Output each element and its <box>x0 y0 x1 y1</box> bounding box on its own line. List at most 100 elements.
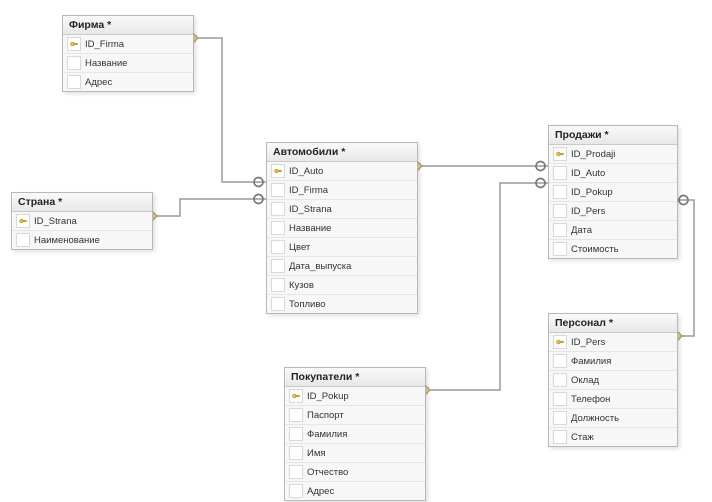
entity-title: Покупатели * <box>285 368 425 387</box>
field-row: ID_Pers <box>549 333 677 352</box>
entity-title: Автомобили * <box>267 143 417 162</box>
field-label: Адрес <box>307 486 334 497</box>
field-row: Фамилия <box>549 352 677 371</box>
blank-icon <box>553 204 567 218</box>
blank-icon <box>271 297 285 311</box>
field-row: Должность <box>549 409 677 428</box>
blank-icon <box>67 75 81 89</box>
field-label: Должность <box>571 413 619 424</box>
key-icon <box>16 214 30 228</box>
field-row: Дата_выпуска <box>267 257 417 276</box>
entity-title: Страна * <box>12 193 152 212</box>
blank-icon <box>271 259 285 273</box>
field-label: Цвет <box>289 242 310 253</box>
field-row: Стаж <box>549 428 677 446</box>
blank-icon <box>553 392 567 406</box>
entity-title: Фирма * <box>63 16 193 35</box>
field-row: Отчество <box>285 463 425 482</box>
field-row: Адрес <box>285 482 425 500</box>
key-icon <box>553 335 567 349</box>
field-label: Паспорт <box>307 410 344 421</box>
entity-avtomobili[interactable]: Автомобили * ID_Auto ID_Firma ID_Strana … <box>266 142 418 314</box>
field-label: Отчество <box>307 467 348 478</box>
blank-icon <box>271 202 285 216</box>
field-label: Стоимость <box>571 244 619 255</box>
key-icon <box>553 147 567 161</box>
field-row: Название <box>63 54 193 73</box>
field-row: Оклад <box>549 371 677 390</box>
blank-icon <box>553 354 567 368</box>
field-row: ID_Auto <box>549 164 677 183</box>
blank-icon <box>553 373 567 387</box>
blank-icon <box>553 430 567 444</box>
blank-icon <box>67 56 81 70</box>
field-row: ID_Prodaji <box>549 145 677 164</box>
field-row: ID_Auto <box>267 162 417 181</box>
erd-canvas: Фирма * ID_Firma Название Адрес Страна *… <box>0 0 712 502</box>
blank-icon <box>553 223 567 237</box>
field-row: Телефон <box>549 390 677 409</box>
field-label: Название <box>85 58 127 69</box>
field-label: ID_Prodaji <box>571 149 615 160</box>
field-row: ID_Pers <box>549 202 677 221</box>
entity-strana[interactable]: Страна * ID_Strana Наименование <box>11 192 153 250</box>
entity-firma[interactable]: Фирма * ID_Firma Название Адрес <box>62 15 194 92</box>
field-label: Наименование <box>34 235 100 246</box>
field-label: Кузов <box>289 280 314 291</box>
blank-icon <box>553 185 567 199</box>
field-label: Фамилия <box>571 356 611 367</box>
entity-pokupateli[interactable]: Покупатели * ID_Pokup Паспорт Фамилия Им… <box>284 367 426 501</box>
blank-icon <box>289 484 303 498</box>
key-icon <box>289 389 303 403</box>
field-label: ID_Auto <box>289 166 323 177</box>
field-row: Наименование <box>12 231 152 249</box>
field-label: Дата_выпуска <box>289 261 351 272</box>
entity-title: Персонал * <box>549 314 677 333</box>
blank-icon <box>271 221 285 235</box>
field-label: ID_Pers <box>571 206 605 217</box>
field-label: Оклад <box>571 375 599 386</box>
blank-icon <box>553 411 567 425</box>
field-row: Адрес <box>63 73 193 91</box>
field-label: ID_Firma <box>85 39 124 50</box>
key-icon <box>271 164 285 178</box>
blank-icon <box>289 408 303 422</box>
field-label: Стаж <box>571 432 594 443</box>
field-label: Телефон <box>571 394 610 405</box>
blank-icon <box>553 242 567 256</box>
blank-icon <box>289 465 303 479</box>
field-label: Фамилия <box>307 429 347 440</box>
field-row: ID_Strana <box>12 212 152 231</box>
blank-icon <box>16 233 30 247</box>
field-label: Адрес <box>85 77 112 88</box>
field-row: Фамилия <box>285 425 425 444</box>
field-row: Цвет <box>267 238 417 257</box>
field-label: ID_Pokup <box>307 391 349 402</box>
field-row: ID_Pokup <box>549 183 677 202</box>
field-label: Дата <box>571 225 592 236</box>
field-label: Название <box>289 223 331 234</box>
field-label: ID_Firma <box>289 185 328 196</box>
field-label: ID_Strana <box>289 204 332 215</box>
field-row: Кузов <box>267 276 417 295</box>
field-row: Топливо <box>267 295 417 313</box>
field-row: Паспорт <box>285 406 425 425</box>
field-row: ID_Firma <box>63 35 193 54</box>
key-icon <box>67 37 81 51</box>
entity-personal[interactable]: Персонал * ID_Pers Фамилия Оклад Телефон… <box>548 313 678 447</box>
blank-icon <box>289 427 303 441</box>
entity-title: Продажи * <box>549 126 677 145</box>
field-row: Имя <box>285 444 425 463</box>
field-label: ID_Pers <box>571 337 605 348</box>
field-row: Стоимость <box>549 240 677 258</box>
blank-icon <box>553 166 567 180</box>
field-row: ID_Firma <box>267 181 417 200</box>
blank-icon <box>271 278 285 292</box>
entity-prodaji[interactable]: Продажи * ID_Prodaji ID_Auto ID_Pokup ID… <box>548 125 678 259</box>
field-row: ID_Pokup <box>285 387 425 406</box>
field-label: Имя <box>307 448 326 459</box>
field-row: Дата <box>549 221 677 240</box>
field-row: ID_Strana <box>267 200 417 219</box>
field-row: Название <box>267 219 417 238</box>
blank-icon <box>271 183 285 197</box>
